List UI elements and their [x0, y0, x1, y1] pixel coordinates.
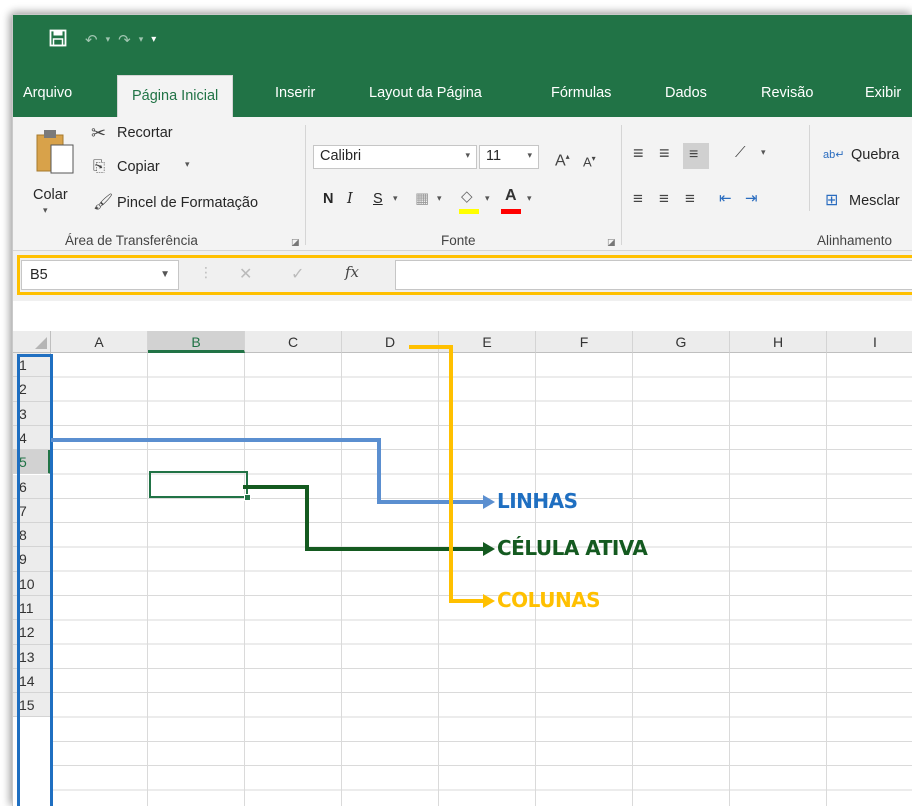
active-cell-callout-line: [243, 485, 483, 551]
columns-callout-label: COLUNAS: [497, 588, 601, 612]
columns-callout-arrowhead: [483, 594, 495, 608]
rows-callout-arrowhead: [483, 495, 495, 509]
rows-callout-label: LINHAS: [497, 489, 578, 513]
columns-callout-line: [409, 345, 483, 603]
rows-callout-line: [51, 438, 483, 504]
active-cell-callout-arrowhead: [483, 542, 495, 556]
callout-arrows: [51, 345, 495, 608]
active-cell-callout-label: CÉLULA ATIVA: [497, 536, 648, 560]
excel-window: ↶ ▾ ↷ ▾ ▾ Arquivo Página Inicial Inserir…: [12, 14, 912, 806]
